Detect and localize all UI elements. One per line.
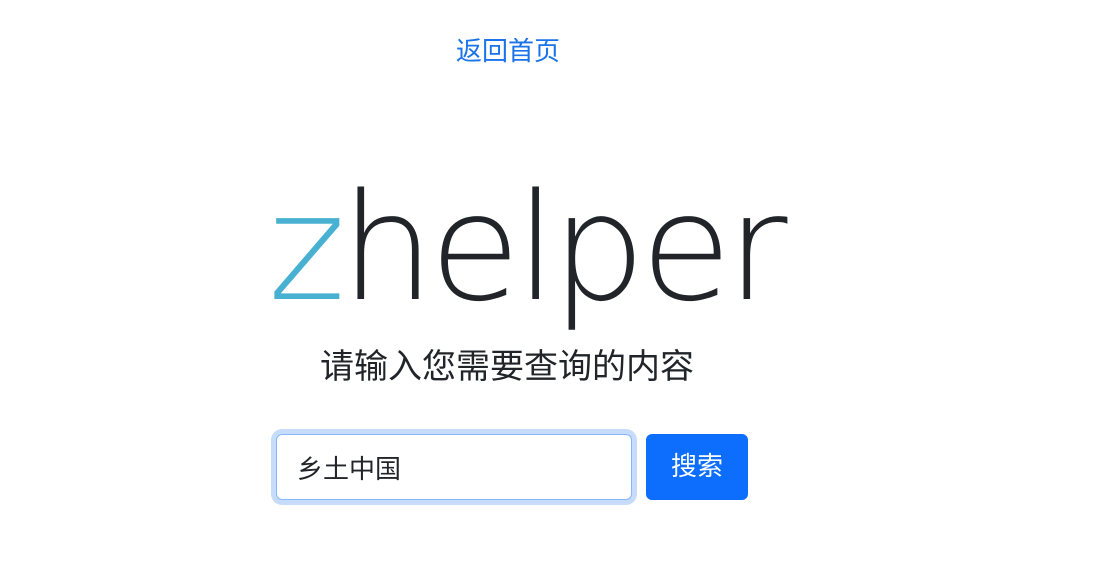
search-prompt: 请输入您需要查询的内容 [320, 347, 694, 387]
back-to-home-link[interactable]: 返回首页 [456, 34, 560, 70]
search-box [270, 428, 638, 506]
search-page: 返回首页 zhelper 请输入您需要查询的内容 搜索 [0, 0, 1119, 566]
logo-text: helper [340, 162, 788, 334]
search-button[interactable]: 搜索 [646, 434, 748, 500]
site-logo: zhelper [268, 168, 788, 328]
logo-accent-letter: z [268, 162, 346, 334]
search-input[interactable] [276, 434, 632, 500]
